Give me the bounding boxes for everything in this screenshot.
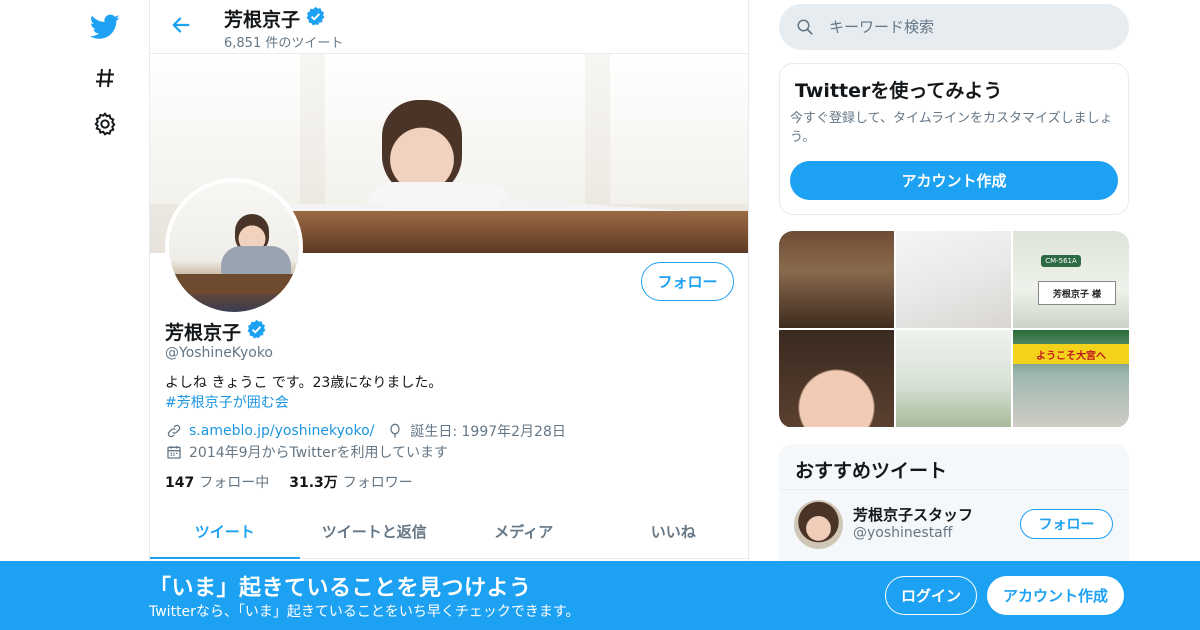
bio-text: よしね きょうこ です。23歳になりました。 — [165, 375, 443, 391]
recommended-account-name[interactable]: 芳根京子スタッフ — [853, 504, 973, 525]
link-icon — [165, 422, 183, 440]
hashtag-icon[interactable] — [90, 63, 120, 93]
gallery-photo[interactable]: ようこそ大宮へ — [1013, 330, 1129, 427]
login-button[interactable]: ログイン — [885, 576, 977, 615]
gallery-photo[interactable] — [779, 330, 894, 427]
profile-name-text: 芳根京子 — [165, 322, 242, 344]
profile-stats: 147 フォロー中 31.3万 フォロワー — [165, 472, 413, 492]
create-account-button[interactable]: アカウント作成 — [790, 161, 1118, 200]
search-icon — [795, 17, 815, 37]
search-box — [779, 4, 1129, 50]
tab-likes[interactable]: いいね — [599, 505, 749, 558]
followers-count: 31.3万 — [289, 475, 338, 491]
profile-bio: よしね きょうこ です。23歳になりました。 #芳根京子が囲む会 — [165, 373, 442, 413]
recommended-account-handle: @yoshinestaff — [853, 525, 953, 541]
profile-avatar[interactable] — [165, 178, 303, 316]
signup-card-text: 今すぐ登録して、タイムラインをカスタマイズしましょう。 — [790, 111, 1113, 145]
search-input[interactable] — [829, 18, 1089, 36]
verified-badge-icon — [246, 319, 267, 345]
photo-label-tag: CM-561A — [1041, 255, 1081, 267]
profile-joined-row: 2014年9月からTwitterを利用しています — [165, 442, 448, 462]
left-nav — [0, 0, 150, 630]
header-name: 芳根京子 — [224, 5, 326, 32]
profile-name: 芳根京子 — [165, 318, 267, 345]
header-tweet-count: 6,851 件のツイート — [224, 36, 344, 51]
tab-tweets-and-replies[interactable]: ツイートと返信 — [300, 505, 450, 558]
profile-meta-row: s.ameblo.jp/yoshinekyoko/ 誕生日: 1997年2月28… — [165, 421, 566, 441]
photo-welcome-banner: ようこそ大宮へ — [1013, 344, 1129, 364]
back-arrow-icon[interactable] — [168, 12, 194, 38]
tab-tweets[interactable]: ツイート — [150, 505, 300, 559]
profile-birthday: 誕生日: 1997年2月28日 — [410, 424, 566, 440]
following-label: フォロー中 — [199, 475, 270, 491]
tab-media[interactable]: メディア — [449, 505, 599, 558]
gear-icon[interactable] — [90, 109, 120, 139]
bio-hashtag-link[interactable]: #芳根京子が囲む会 — [165, 393, 442, 413]
calendar-icon — [165, 443, 183, 461]
gallery-photo[interactable]: CM-561A 芳根京子 様 — [1013, 231, 1129, 328]
signup-card: Twitterを使ってみよう 今すぐ登録して、タイムラインをカスタマイズしましょ… — [779, 63, 1129, 215]
media-gallery: CM-561A 芳根京子 様 ようこそ大宮へ — [779, 231, 1129, 428]
recommended-title: おすすめツイート — [795, 460, 948, 482]
photo-name-sign: 芳根京子 様 — [1038, 281, 1116, 305]
following-count: 147 — [165, 475, 195, 491]
twitter-bird-icon[interactable] — [90, 12, 120, 42]
followers-stat[interactable]: 31.3万 フォロワー — [289, 472, 413, 492]
gallery-photo[interactable] — [896, 330, 1011, 427]
follow-button[interactable]: フォロー — [641, 262, 734, 301]
profile-header-bar: 芳根京子 6,851 件のツイート — [150, 0, 748, 54]
recommended-follow-button[interactable]: フォロー — [1020, 509, 1113, 539]
signup-card-title: Twitterを使ってみよう — [795, 80, 1003, 102]
profile-tabs: ツイート ツイートと返信 メディア いいね — [150, 505, 748, 559]
bottom-bar-subtitle: Twitterなら、「いま」起きていることをいち早くチェックできます。 — [149, 604, 580, 620]
balloon-icon — [386, 422, 404, 440]
following-stat[interactable]: 147 フォロー中 — [165, 472, 269, 492]
header-name-text: 芳根京子 — [224, 9, 301, 31]
profile-joined-date: 2014年9月からTwitterを利用しています — [189, 445, 449, 461]
followers-label: フォロワー — [342, 475, 413, 491]
recommended-avatar[interactable] — [794, 500, 843, 549]
profile-column: 芳根京子 6,851 件のツイート フォロー 芳根京子 @YoshineKyok… — [149, 0, 749, 630]
verified-badge-icon — [305, 6, 326, 32]
bottom-bar-title: 「いま」起きていることを見つけよう — [149, 576, 532, 601]
gallery-photo[interactable] — [896, 231, 1011, 328]
signup-prompt-bar: 「いま」起きていることを見つけよう Twitterなら、「いま」起きていることを… — [0, 561, 1200, 630]
divider — [779, 489, 1129, 490]
signup-button[interactable]: アカウント作成 — [987, 576, 1124, 615]
profile-handle: @YoshineKyoko — [165, 345, 273, 361]
gallery-photo[interactable] — [779, 231, 894, 328]
profile-website-link[interactable]: s.ameblo.jp/yoshinekyoko/ — [189, 423, 374, 439]
